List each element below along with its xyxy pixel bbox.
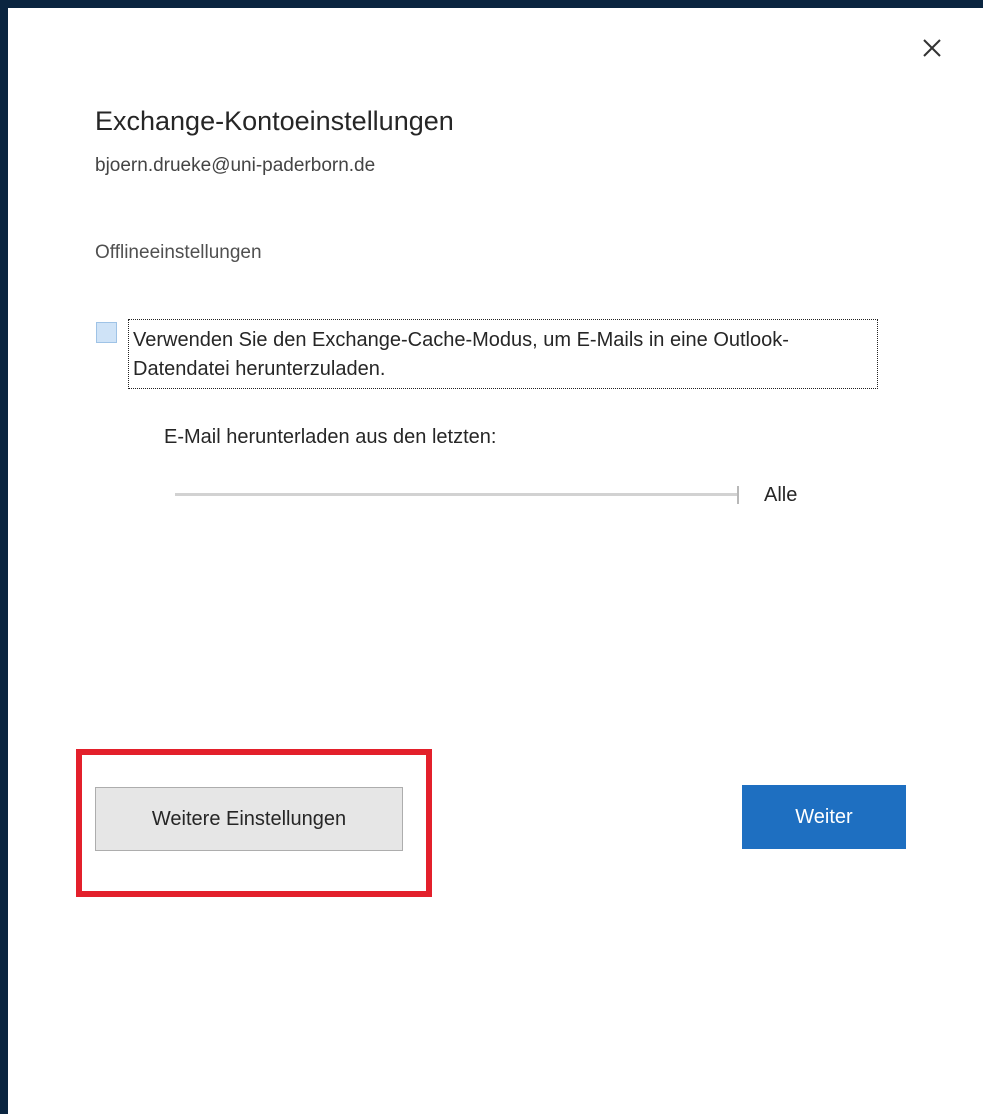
download-period-label: E-Mail herunterladen aus den letzten: [164, 426, 497, 448]
dialog-title: Exchange-Kontoeinstellungen [95, 106, 454, 136]
download-period-value: Alle [764, 484, 798, 506]
window-frame-top [0, 0, 983, 8]
slider-track [175, 493, 737, 496]
account-email: bjoern.drueke@uni-paderborn.de [95, 155, 376, 176]
next-button[interactable]: Weiter [742, 785, 906, 849]
highlight-annotation-box [76, 749, 432, 897]
close-button[interactable] [912, 28, 952, 68]
slider-thumb[interactable] [737, 486, 739, 504]
cached-mode-checkbox-label[interactable]: Verwenden Sie den Exchange-Cache-Modus, … [128, 319, 878, 389]
offline-settings-heading: Offlineeinstellungen [95, 242, 262, 263]
window-frame-left [0, 0, 8, 1114]
close-icon [923, 39, 941, 57]
cached-mode-checkbox[interactable] [96, 322, 117, 343]
download-period-slider[interactable] [175, 486, 740, 504]
